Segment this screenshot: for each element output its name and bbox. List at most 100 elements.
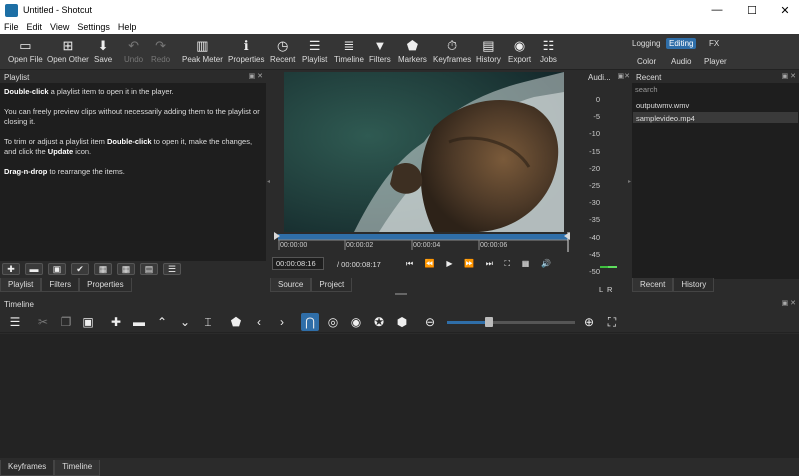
scrub-bar[interactable]: 00:00:00 00:00:02 00:00:04 00:00:06 xyxy=(274,232,570,254)
layout-logging[interactable]: Logging xyxy=(632,39,660,48)
splitter-handle[interactable] xyxy=(395,293,407,295)
toolbar-label: Playlist xyxy=(302,55,328,64)
update-icon[interactable]: ▣ xyxy=(48,263,66,275)
overwrite-icon[interactable]: ⌄ xyxy=(176,313,194,331)
timeline-tracks[interactable] xyxy=(0,334,799,458)
toolbar-undo-button[interactable]: ↶ Undo xyxy=(124,37,143,69)
toolbar-playlist-button[interactable]: ☰ Playlist xyxy=(302,37,327,69)
title-bar: Untitled - Shotcut — ☐ ✕ xyxy=(0,0,799,20)
skip-previous-icon[interactable]: ⏮ xyxy=(406,259,413,269)
grid-icon[interactable]: ▦ xyxy=(522,259,530,268)
toolbar-jobs-button[interactable]: ☷ Jobs xyxy=(540,37,557,69)
menu-help[interactable]: Help xyxy=(118,22,137,32)
meter-scale-label: -40 xyxy=(589,232,600,242)
toolbar-label: Keyframes xyxy=(433,55,472,64)
toolbar-keyframes-button[interactable]: ⏱ Keyframes xyxy=(433,37,471,69)
recent-tabs: Recent History xyxy=(632,278,715,292)
lift-icon[interactable]: ⌃ xyxy=(153,313,171,331)
maximize-button[interactable]: ☐ xyxy=(738,0,766,20)
list-item[interactable]: outputwmv.wmv xyxy=(636,101,689,110)
marker-icon: ⬟ xyxy=(406,38,419,53)
zoom-fit-icon[interactable]: ⛶ xyxy=(603,313,621,331)
ripple-all-icon[interactable]: ✪ xyxy=(370,313,388,331)
grid-large-icon[interactable]: ▦ xyxy=(117,263,135,275)
add-icon[interactable]: ✚ xyxy=(2,263,20,275)
ripple-markers-icon[interactable]: ⬢ xyxy=(393,313,411,331)
skip-next-icon[interactable]: ⏭ xyxy=(486,259,493,269)
toolbar-export-button[interactable]: ◉ Export xyxy=(508,37,531,69)
snap-icon[interactable]: ⋂ xyxy=(301,313,319,331)
paste-icon[interactable]: ▣ xyxy=(79,313,97,331)
layout-fx[interactable]: FX xyxy=(709,39,719,48)
ripple-delete-icon[interactable]: ▬ xyxy=(130,313,148,331)
remove-icon[interactable]: ▬ xyxy=(25,263,43,275)
tab-timeline[interactable]: Timeline xyxy=(54,460,101,476)
tab-properties[interactable]: Properties xyxy=(79,278,132,292)
layout-editing[interactable]: Editing xyxy=(666,38,697,49)
zoom-in-icon[interactable]: ⊕ xyxy=(580,313,598,331)
menu-icon[interactable]: ☰ xyxy=(6,313,24,331)
menu-settings[interactable]: Settings xyxy=(77,22,110,32)
position-timecode[interactable]: 00:00:08:16 xyxy=(272,257,324,270)
dock-buttons[interactable]: ▣✕ xyxy=(618,72,630,80)
layout-color[interactable]: Color xyxy=(637,57,656,66)
scrub-icon[interactable]: ◎ xyxy=(324,313,342,331)
grid-small-icon[interactable]: ▦ xyxy=(94,263,112,275)
detail-view-icon[interactable]: ▤ xyxy=(140,263,158,275)
menu-view[interactable]: View xyxy=(50,22,69,32)
tab-source[interactable]: Source xyxy=(270,278,312,292)
toolbar-recent-button[interactable]: ◷ Recent xyxy=(270,37,295,69)
tab-project[interactable]: Project xyxy=(311,278,353,292)
fast-forward-icon[interactable]: ⏩ xyxy=(464,259,474,268)
toolbar-redo-button[interactable]: ↷ Redo xyxy=(151,37,170,69)
append-icon[interactable]: ✚ xyxy=(107,313,125,331)
layout-player[interactable]: Player xyxy=(704,57,727,66)
split-icon[interactable]: ⌶ xyxy=(199,313,217,331)
tab-history[interactable]: History xyxy=(673,278,715,292)
minimize-button[interactable]: — xyxy=(703,0,731,20)
video-preview xyxy=(284,72,564,232)
dock-buttons[interactable]: ▣ ✕ xyxy=(782,299,796,307)
list-item[interactable]: samplevideo.mp4 xyxy=(636,114,695,123)
dock-buttons[interactable]: ▣ ✕ xyxy=(249,72,263,80)
toolbar-timeline-button[interactable]: ≣ Timeline xyxy=(334,37,364,69)
volume-icon[interactable]: 🔊 xyxy=(541,259,551,268)
copy-icon[interactable]: ❐ xyxy=(57,313,75,331)
zoom-slider-handle[interactable] xyxy=(485,317,493,327)
save-icon: ⬇ xyxy=(97,38,109,53)
toolbar-markers-button[interactable]: ⬟ Markers xyxy=(398,37,427,69)
ripple-icon[interactable]: ◉ xyxy=(347,313,365,331)
next-marker-icon[interactable]: › xyxy=(273,313,291,331)
tab-keyframes[interactable]: Keyframes xyxy=(0,460,55,476)
toolbar-peak-meter-button[interactable]: ▥ Peak Meter xyxy=(182,37,223,69)
toolbar-save-button[interactable]: ⬇ Save xyxy=(94,37,112,69)
toolbar-label: Open Other xyxy=(47,55,89,64)
recent-search-input[interactable]: search xyxy=(632,85,799,96)
toolbar-filters-button[interactable]: ▼ Filters xyxy=(369,37,391,69)
toolbar-open-file-button[interactable]: ▭ Open File xyxy=(8,37,43,69)
splitter-handle[interactable]: ▸ xyxy=(628,178,631,185)
toolbar-history-button[interactable]: ▤ History xyxy=(476,37,501,69)
close-button[interactable]: ✕ xyxy=(771,0,799,20)
menu-icon[interactable]: ☰ xyxy=(163,263,181,275)
tab-filters[interactable]: Filters xyxy=(41,278,80,292)
menu-file[interactable]: File xyxy=(4,22,19,32)
play-icon[interactable]: ▶ xyxy=(446,259,452,268)
zoom-out-icon[interactable]: ⊖ xyxy=(421,313,439,331)
check-icon[interactable]: ✔ xyxy=(71,263,89,275)
toolbar-open-other-button[interactable]: ⊞ Open Other xyxy=(47,37,89,69)
cut-icon[interactable]: ✂ xyxy=(34,313,52,331)
splitter-handle[interactable]: ◂ xyxy=(267,178,270,185)
previous-marker-icon[interactable]: ‹ xyxy=(250,313,268,331)
zoom-icon[interactable]: ⛶ xyxy=(505,259,511,269)
rewind-icon[interactable]: ⏪ xyxy=(425,259,435,268)
toolbar-properties-button[interactable]: ℹ Properties xyxy=(228,37,264,69)
menu-edit[interactable]: Edit xyxy=(27,22,43,32)
tab-playlist[interactable]: Playlist xyxy=(0,278,42,292)
channel-labels: L R xyxy=(599,285,613,294)
layout-audio[interactable]: Audio xyxy=(671,57,691,66)
marker-icon[interactable]: ⬟ xyxy=(227,313,245,331)
dock-buttons[interactable]: ▣ ✕ xyxy=(782,72,796,80)
tick-label: 00:00:00 xyxy=(280,242,308,249)
tab-recent[interactable]: Recent xyxy=(632,278,674,292)
